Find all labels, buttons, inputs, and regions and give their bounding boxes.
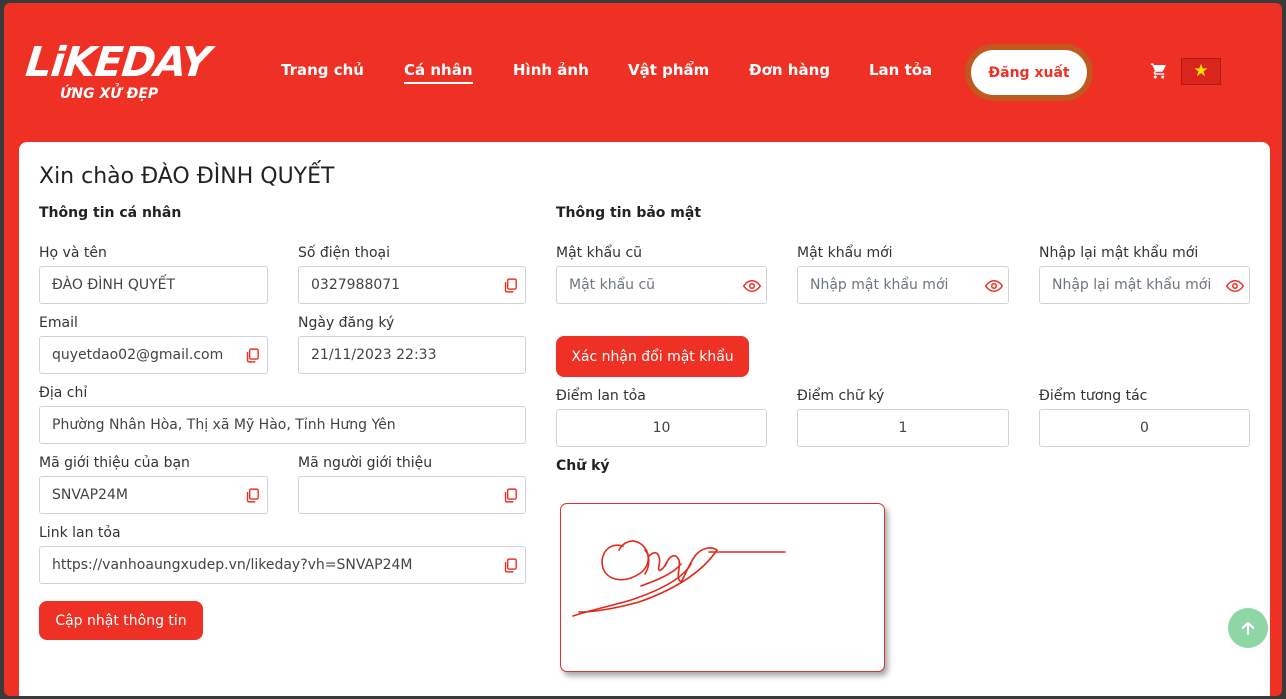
new-password-input[interactable]: Nhập mật khẩu mới [797,266,1009,304]
confirm-password-label: Nhập lại mật khẩu mới [1039,245,1199,261]
register-date-label: Ngày đăng ký [298,315,395,331]
nav-item-orders[interactable]: Đơn hàng [749,61,830,79]
copy-icon[interactable] [244,347,261,364]
logout-button-wrapper: Đăng xuất [965,44,1093,101]
eye-icon[interactable] [742,277,762,295]
eye-icon[interactable] [1225,277,1245,295]
security-info-title: Thông tin bảo mật [556,205,702,221]
copy-icon[interactable] [244,487,261,504]
spread-points-value: 10 [652,420,671,436]
link-label: Link lan tỏa [39,525,121,541]
interaction-points-label: Điểm tương tác [1039,388,1148,404]
spread-points-label: Điểm lan tỏa [556,388,646,404]
interaction-points-field: 0 [1039,409,1250,447]
old-password-placeholder: Mật khẩu cũ [569,277,656,293]
logo-main-text: LiKEDAY [23,38,213,86]
email-label: Email [39,315,78,331]
confirm-password-button[interactable]: Xác nhận đổi mật khẩu [556,336,749,377]
logo[interactable]: LiKEDAY ỨNG XỬ ĐẸP [23,38,213,111]
address-value: Phường Nhân Hòa, Thị xã Mỹ Hào, Tỉnh Hưn… [52,417,396,433]
ref-code-value: SNVAP24M [52,487,128,503]
full-name-label: Họ và tên [39,245,107,261]
spread-points-field: 10 [556,409,767,447]
address-input[interactable]: Phường Nhân Hòa, Thị xã Mỹ Hào, Tỉnh Hưn… [39,406,526,444]
eye-icon[interactable] [984,277,1004,295]
app-frame: LiKEDAY ỨNG XỬ ĐẸP Trang chủ Cá nhân Hìn… [4,3,1282,696]
full-name-value: ĐÀO ĐÌNH QUYẾT [52,277,176,293]
full-name-input[interactable]: ĐÀO ĐÌNH QUYẾT [39,266,268,304]
page-title: Xin chào ĐÀO ĐÌNH QUYẾT [39,164,335,189]
email-input[interactable]: quyetdao02@gmail.com [39,336,268,374]
logout-button[interactable]: Đăng xuất [971,50,1087,95]
nav-item-spread[interactable]: Lan tỏa [869,61,932,79]
signature-points-field: 1 [797,409,1009,447]
nav-item-home[interactable]: Trang chủ [281,61,364,79]
interaction-points-value: 0 [1140,420,1149,436]
phone-value: 0327988071 [311,277,401,293]
phone-input[interactable]: 0327988071 [298,266,526,304]
signature-title: Chữ ký [556,458,610,474]
scroll-to-top-button[interactable] [1228,608,1268,648]
copy-icon[interactable] [502,487,519,504]
referrer-label: Mã người giới thiệu [298,455,433,471]
signature-drawing [572,540,786,617]
nav-item-images[interactable]: Hình ảnh [513,61,589,79]
confirm-password-input[interactable]: Nhập lại mật khẩu mới [1039,266,1250,304]
old-password-label: Mật khẩu cũ [556,245,643,261]
email-value: quyetdao02@gmail.com [52,347,224,363]
arrow-up-icon [1241,621,1255,635]
logo-sub-text: ỨNG XỬ ĐẸP [60,86,159,102]
register-date-value: 21/11/2023 22:33 [311,347,437,363]
register-date-input[interactable]: 21/11/2023 22:33 [298,336,526,374]
nav-item-profile[interactable]: Cá nhân [404,61,473,84]
signature-pad[interactable] [560,503,885,672]
copy-icon[interactable] [502,557,519,574]
update-info-button[interactable]: Cập nhật thông tin [39,601,203,640]
signature-points-label: Điểm chữ ký [797,388,885,404]
signature-points-value: 1 [898,420,908,436]
profile-card: Xin chào ĐÀO ĐÌNH QUYẾT Thông tin cá nhâ… [19,142,1270,696]
new-password-placeholder: Nhập mật khẩu mới [810,277,949,293]
phone-label: Số điện thoại [298,245,391,261]
link-input[interactable]: https://vanhoaungxudep.vn/likeday?vh=SNV… [39,546,526,584]
old-password-input[interactable]: Mật khẩu cũ [556,266,767,304]
personal-info-title: Thông tin cá nhân [39,205,182,221]
new-password-label: Mật khẩu mới [797,245,893,261]
vietnam-flag-icon[interactable]: ★ [1181,58,1221,85]
link-value: https://vanhoaungxudep.vn/likeday?vh=SNV… [52,557,413,573]
ref-code-label: Mã giới thiệu của bạn [39,455,190,471]
referrer-input[interactable] [298,476,526,514]
nav-item-items[interactable]: Vật phẩm [628,61,709,79]
ref-code-input[interactable]: SNVAP24M [39,476,268,514]
address-label: Địa chỉ [39,385,88,401]
confirm-password-placeholder: Nhập lại mật khẩu mới [1052,277,1212,293]
copy-icon[interactable] [502,277,519,294]
cart-icon[interactable] [1150,62,1168,80]
